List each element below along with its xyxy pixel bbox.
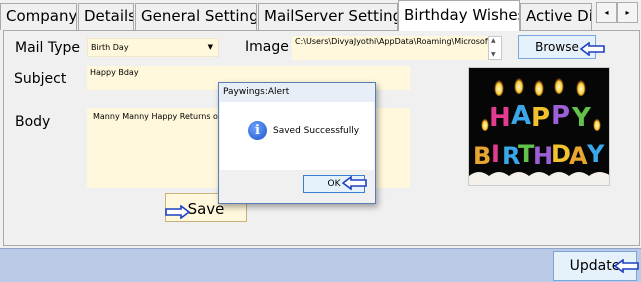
candle-letter: H xyxy=(489,103,511,133)
scroll-up-icon[interactable]: ▲ xyxy=(491,38,496,44)
dialog-body: i Saved Successfully xyxy=(220,102,374,170)
tab-company[interactable]: Company xyxy=(0,3,77,30)
scroll-down-icon[interactable]: ▼ xyxy=(491,52,496,58)
image-path-field[interactable]: C:\Users\DivyaJyothi\AppData\Roaming\Mic… xyxy=(292,36,488,60)
bottom-bar: Update xyxy=(0,248,641,282)
tab-scroll-right-button[interactable]: ▸ xyxy=(617,2,638,23)
tab-birthday-wishes[interactable]: Birthday Wishes xyxy=(398,0,520,31)
candle-letter: B xyxy=(473,142,491,170)
dialog-message: Saved Successfully xyxy=(273,126,360,136)
tab-details[interactable]: Details xyxy=(78,3,134,30)
mail-type-label: Mail Type xyxy=(15,40,81,56)
candle-letter: P xyxy=(531,103,550,133)
tab-mailserver-settings[interactable]: MailServer Settings xyxy=(258,3,398,30)
candle-letter: Y xyxy=(571,103,592,133)
candle-letter: A xyxy=(511,101,531,131)
tab-strip: Company Details General Settings MailSer… xyxy=(0,0,641,31)
ok-button-label: OK xyxy=(327,179,341,189)
candle-letter: D xyxy=(551,140,571,168)
birthday-cake-picture: H A P P Y B I R T H D A Y xyxy=(469,68,609,185)
mail-type-value: Birth Day xyxy=(91,43,129,52)
candle-letter: I xyxy=(491,140,500,168)
pointer-arrow-icon xyxy=(165,205,190,219)
image-path-scrollbar[interactable]: ▲ ▼ xyxy=(488,36,502,60)
alert-dialog: Paywings:Alert i Saved Successfully OK xyxy=(218,82,376,204)
subject-label: Subject xyxy=(14,71,67,87)
tab-scroll-left-button[interactable]: ◂ xyxy=(596,2,617,23)
body-label: Body xyxy=(15,114,51,130)
mail-type-select[interactable]: Birth Day ▼ xyxy=(87,38,219,57)
tab-general-settings[interactable]: General Settings xyxy=(135,3,257,30)
information-icon: i xyxy=(248,121,267,140)
dialog-title: Paywings:Alert xyxy=(219,83,375,102)
browse-button-label: Browse xyxy=(535,40,579,54)
pointer-arrow-icon xyxy=(614,259,639,273)
candle-letter: A xyxy=(569,142,588,170)
candle-letter: P xyxy=(551,101,570,131)
image-label: Image xyxy=(245,39,289,55)
pointer-arrow-icon xyxy=(580,42,605,56)
candle-letter: Y xyxy=(586,140,605,168)
update-button-label: Update xyxy=(569,258,621,274)
birthday-candles-image: H A P P Y B I R T H D A Y xyxy=(468,67,610,186)
pointer-arrow-icon xyxy=(342,176,367,190)
tab-active-di[interactable]: Active Di xyxy=(520,3,592,30)
chevron-down-icon[interactable]: ▼ xyxy=(208,43,213,51)
